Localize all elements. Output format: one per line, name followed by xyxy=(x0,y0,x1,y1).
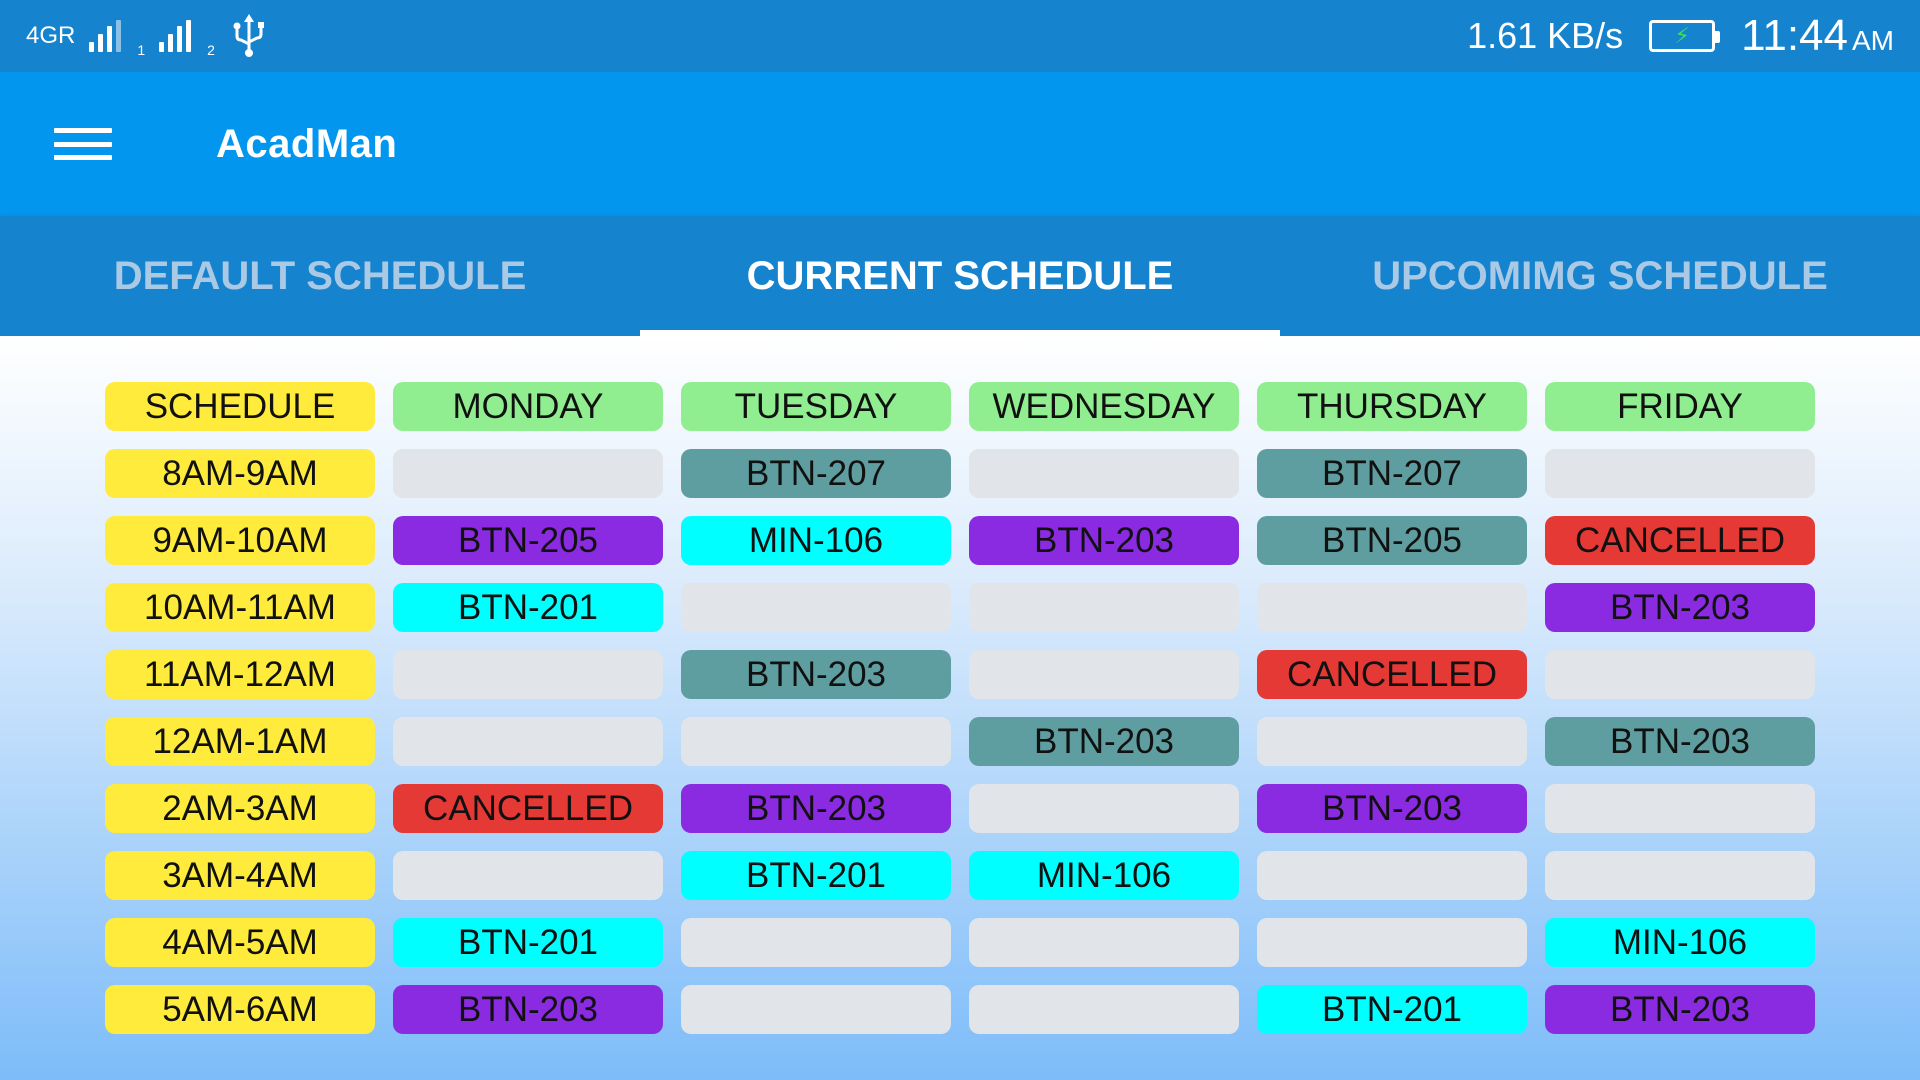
sim1-index: 1 xyxy=(137,42,146,58)
class-slot[interactable]: BTN-201 xyxy=(393,583,663,632)
class-slot[interactable]: BTN-205 xyxy=(1257,516,1527,565)
time-slot-label: 9AM-10AM xyxy=(105,516,375,565)
class-slot[interactable]: BTN-207 xyxy=(681,449,951,498)
class-slot[interactable]: BTN-203 xyxy=(1545,717,1815,766)
empty-slot[interactable] xyxy=(969,650,1239,699)
empty-slot[interactable] xyxy=(969,583,1239,632)
time-slot-label: 5AM-6AM xyxy=(105,985,375,1034)
class-slot[interactable]: BTN-203 xyxy=(681,784,951,833)
clock-time: 11:44 xyxy=(1741,11,1848,60)
tab-upcoming-schedule[interactable]: UPCOMIMG SCHEDULE xyxy=(1280,216,1920,336)
empty-slot[interactable] xyxy=(969,784,1239,833)
class-slot[interactable]: BTN-203 xyxy=(393,985,663,1034)
class-slot[interactable]: BTN-203 xyxy=(969,516,1239,565)
empty-slot[interactable] xyxy=(393,717,663,766)
class-slot[interactable]: CANCELLED xyxy=(1545,516,1815,565)
schedule-tabs: DEFAULT SCHEDULE CURRENT SCHEDULE UPCOMI… xyxy=(0,216,1920,336)
class-slot[interactable]: BTN-201 xyxy=(1257,985,1527,1034)
time-slot-label: 10AM-11AM xyxy=(105,583,375,632)
day-header-wednesday: WEDNESDAY xyxy=(969,382,1239,431)
time-slot-label: 12AM-1AM xyxy=(105,717,375,766)
hamburger-menu-icon[interactable] xyxy=(54,122,112,166)
network-type-text: 4G xyxy=(26,22,59,49)
empty-slot[interactable] xyxy=(969,985,1239,1034)
day-header-thursday: THURSDAY xyxy=(1257,382,1527,431)
empty-slot[interactable] xyxy=(681,717,951,766)
class-slot[interactable]: BTN-207 xyxy=(1257,449,1527,498)
empty-slot[interactable] xyxy=(681,985,951,1034)
time-slot-label: 3AM-4AM xyxy=(105,851,375,900)
network-type-label: 4GR xyxy=(26,24,75,48)
status-icons-left: 4GR 1 2 xyxy=(26,14,269,58)
tab-default-schedule[interactable]: DEFAULT SCHEDULE xyxy=(0,216,640,336)
time-slot-label: 2AM-3AM xyxy=(105,784,375,833)
clock-ampm: AM xyxy=(1852,25,1894,56)
roaming-indicator: R xyxy=(58,22,76,49)
class-slot[interactable]: BTN-203 xyxy=(1257,784,1527,833)
class-slot[interactable]: CANCELLED xyxy=(393,784,663,833)
class-slot[interactable]: BTN-203 xyxy=(681,650,951,699)
empty-slot[interactable] xyxy=(969,449,1239,498)
day-header-monday: MONDAY xyxy=(393,382,663,431)
empty-slot[interactable] xyxy=(393,449,663,498)
empty-slot[interactable] xyxy=(1257,717,1527,766)
status-bar: 4GR 1 2 1.61 KB/s ⚡ 11:44 AM xyxy=(0,0,1920,72)
time-slot-label: 4AM-5AM xyxy=(105,918,375,967)
time-slot-label: 8AM-9AM xyxy=(105,449,375,498)
empty-slot[interactable] xyxy=(969,918,1239,967)
time-slot-label: 11AM-12AM xyxy=(105,650,375,699)
schedule-grid: SCHEDULE MONDAY TUESDAY WEDNESDAY THURSDAY FR… xyxy=(105,382,1815,1034)
usb-icon xyxy=(233,14,264,57)
signal-icon xyxy=(89,20,122,52)
empty-slot[interactable] xyxy=(393,650,663,699)
class-slot[interactable]: BTN-203 xyxy=(969,717,1239,766)
empty-slot[interactable] xyxy=(1545,449,1815,498)
tab-current-schedule[interactable]: CURRENT SCHEDULE xyxy=(640,216,1280,336)
day-header-friday: FRIDAY xyxy=(1545,382,1815,431)
battery-charging-icon: ⚡ xyxy=(1649,20,1721,52)
empty-slot[interactable] xyxy=(1257,918,1527,967)
class-slot[interactable]: CANCELLED xyxy=(1257,650,1527,699)
empty-slot[interactable] xyxy=(1545,650,1815,699)
empty-slot[interactable] xyxy=(1257,851,1527,900)
sim2-index: 2 xyxy=(207,42,215,58)
class-slot[interactable]: BTN-201 xyxy=(681,851,951,900)
class-slot[interactable]: BTN-205 xyxy=(393,516,663,565)
class-slot[interactable]: MIN-106 xyxy=(1545,918,1815,967)
empty-slot[interactable] xyxy=(681,918,951,967)
schedule-corner-label: SCHEDULE xyxy=(105,382,375,431)
empty-slot[interactable] xyxy=(393,851,663,900)
app-title: AcadMan xyxy=(216,121,398,166)
empty-slot[interactable] xyxy=(1257,583,1527,632)
day-header-tuesday: TUESDAY xyxy=(681,382,951,431)
empty-slot[interactable] xyxy=(1545,784,1815,833)
empty-slot[interactable] xyxy=(1545,851,1815,900)
class-slot[interactable]: BTN-203 xyxy=(1545,583,1815,632)
empty-slot[interactable] xyxy=(681,583,951,632)
signal-icon-sim2 xyxy=(159,20,192,52)
class-slot[interactable]: MIN-106 xyxy=(969,851,1239,900)
class-slot[interactable]: MIN-106 xyxy=(681,516,951,565)
status-icons-right: 1.61 KB/s ⚡ 11:44 AM xyxy=(1467,11,1894,61)
schedule-content: SCHEDULE MONDAY TUESDAY WEDNESDAY THURSDAY FR… xyxy=(0,336,1920,1080)
network-speed: 1.61 KB/s xyxy=(1467,15,1624,56)
class-slot[interactable]: BTN-201 xyxy=(393,918,663,967)
class-slot[interactable]: BTN-203 xyxy=(1545,985,1815,1034)
app-bar: AcadMan xyxy=(0,72,1920,216)
clock: 11:44 AM xyxy=(1741,11,1894,61)
